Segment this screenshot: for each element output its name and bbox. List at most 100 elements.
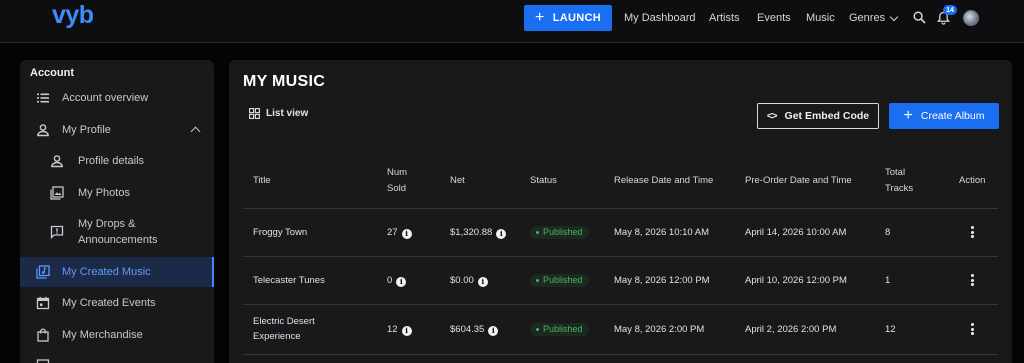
launch-button[interactable]: + LAUNCH xyxy=(524,5,612,31)
status-label: Published xyxy=(543,324,583,334)
sidebar-item-label: My Created Music xyxy=(62,266,151,278)
sidebar-item-account-overview[interactable]: Account overview xyxy=(20,89,214,106)
divider xyxy=(243,304,998,305)
num-sold-value: 0 xyxy=(387,275,393,286)
list-view-toggle[interactable]: List view xyxy=(249,108,308,119)
preorder-date: April 14, 2026 10:00 AM xyxy=(745,227,847,238)
plus-icon: + xyxy=(535,9,545,26)
launch-label: LAUNCH xyxy=(552,12,601,24)
get-embed-code-button[interactable]: <> Get Embed Code xyxy=(757,103,879,129)
net-amount: $0.00 i xyxy=(450,273,488,288)
list-icon xyxy=(37,93,49,102)
sidebar-item-label: My Profile xyxy=(62,123,111,136)
status-badge: Published xyxy=(530,226,589,239)
divider xyxy=(243,354,998,355)
info-icon[interactable]: i xyxy=(401,325,412,336)
net-value: $1,320.88 xyxy=(450,227,493,238)
sidebar-heading: Account xyxy=(30,67,74,79)
num-sold: 0i xyxy=(387,273,407,288)
preorder-date: April 10, 2026 12:00 PM xyxy=(745,275,847,286)
total-tracks: 1 xyxy=(885,275,891,286)
sidebar-item-my-drops[interactable]: My Drops & Announcements xyxy=(20,215,214,249)
menu-icon xyxy=(36,358,50,363)
total-tracks: 8 xyxy=(885,227,891,238)
list-view-label: List view xyxy=(266,108,309,119)
sidebar-item-label: My Drops & Announcements xyxy=(78,218,158,246)
sidebar-item-my-created-events[interactable]: My Created Events xyxy=(20,294,214,311)
sidebar-item-my-photos[interactable]: My Photos xyxy=(20,184,214,201)
sidebar-item-label: Profile details xyxy=(78,154,145,167)
chevron-down-icon xyxy=(889,12,899,22)
column-header-title: Title xyxy=(253,175,271,186)
avatar[interactable] xyxy=(963,10,979,26)
logo[interactable]: vyb xyxy=(52,1,94,29)
net-amount: $1,320.88 i xyxy=(450,225,507,240)
create-album-button[interactable]: + Create Album xyxy=(889,103,999,129)
sidebar-item-label: Account overview xyxy=(62,91,149,104)
status-dot xyxy=(536,328,539,331)
more-vertical-icon[interactable] xyxy=(970,274,974,286)
grid-icon xyxy=(249,108,260,119)
sidebar-item-profile-details[interactable]: Profile details xyxy=(20,152,214,169)
column-header-preorder: Pre-Order Date and Time xyxy=(745,175,852,186)
info-icon[interactable]: i xyxy=(401,228,412,239)
column-header-status: Status xyxy=(530,175,557,186)
more-vertical-icon[interactable] xyxy=(970,226,974,238)
sidebar-item-my-profile[interactable]: My Profile xyxy=(20,121,214,138)
album-title[interactable]: Froggy Town xyxy=(253,225,307,240)
music-library-icon xyxy=(36,265,50,279)
person-icon xyxy=(37,123,49,136)
announcement-icon xyxy=(50,225,64,239)
info-icon[interactable]: i xyxy=(477,276,488,287)
sidebar-item-label: My Photos xyxy=(78,186,130,199)
preorder-date: April 2, 2026 2:00 PM xyxy=(745,324,837,335)
column-header-total-tracks: Tracks xyxy=(885,183,914,194)
shopping-bag-icon xyxy=(37,327,49,342)
nav-my-dashboard[interactable]: My Dashboard xyxy=(624,12,696,25)
nav-artists[interactable]: Artists xyxy=(709,12,740,25)
num-sold-value: 12 xyxy=(387,324,398,335)
status-badge: Published xyxy=(530,323,589,336)
page-title: MY MUSIC xyxy=(243,73,326,90)
status-dot xyxy=(536,279,539,282)
more-vertical-icon[interactable] xyxy=(970,323,974,335)
divider xyxy=(243,208,998,209)
sidebar-item-more[interactable] xyxy=(20,356,214,363)
nav-genres[interactable]: Genres xyxy=(849,12,899,25)
status-label: Published xyxy=(543,275,583,285)
nav-music[interactable]: Music xyxy=(806,12,835,25)
album-title[interactable]: Experience xyxy=(253,329,301,344)
column-header-num-sold: Sold xyxy=(387,183,407,194)
genres-label: Genres xyxy=(849,12,886,24)
calendar-icon xyxy=(36,296,50,309)
sidebar: Account Account overview My Profile Prof… xyxy=(20,60,214,363)
total-tracks: 12 xyxy=(885,324,896,335)
sidebar-item-label: My Merchandise xyxy=(62,328,143,341)
num-sold: 12 i xyxy=(387,322,412,337)
chevron-up-icon[interactable] xyxy=(190,126,201,137)
create-label: Create Album xyxy=(920,110,985,122)
num-sold: 27 i xyxy=(387,225,412,240)
num-sold-value: 27 xyxy=(387,227,398,238)
sidebar-item-my-merchandise[interactable]: My Merchandise xyxy=(20,326,214,343)
notification-badge: 14 xyxy=(943,5,957,15)
status-dot xyxy=(536,231,539,234)
album-title[interactable]: Telecaster Tunes xyxy=(253,273,325,288)
info-icon[interactable]: i xyxy=(496,228,507,239)
status-badge: Published xyxy=(530,274,589,287)
release-date: May 8, 2026 12:00 PM xyxy=(614,275,710,286)
column-header-total-tracks: Total xyxy=(885,167,906,178)
search-icon[interactable] xyxy=(913,11,926,24)
sidebar-item-my-created-music[interactable]: My Created Music xyxy=(20,257,214,287)
sidebar-item-label: My Created Events xyxy=(62,296,156,309)
code-icon: <> xyxy=(766,110,778,122)
net-amount: $604.35 i xyxy=(450,322,499,337)
column-header-release: Release Date and Time xyxy=(614,175,714,186)
info-icon[interactable]: i xyxy=(488,325,499,336)
nav-events[interactable]: Events xyxy=(757,12,791,25)
embed-label: Get Embed Code xyxy=(784,110,870,122)
info-icon[interactable]: i xyxy=(396,276,407,287)
photo-icon xyxy=(50,185,64,200)
status-label: Published xyxy=(543,227,583,237)
album-title[interactable]: Electric Desert xyxy=(253,314,315,329)
